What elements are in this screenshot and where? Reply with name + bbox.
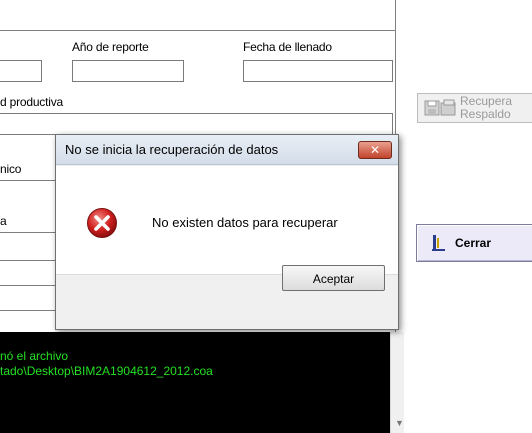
scroll-down-icon[interactable]: ▼ <box>395 418 404 428</box>
log-console: nó el archivo tado\Desktop\BIM2A1904612_… <box>0 332 390 433</box>
form-divider <box>0 30 396 31</box>
close-button[interactable]: Cerrar <box>416 224 532 262</box>
exit-door-icon <box>432 235 445 251</box>
a-label: a <box>0 214 7 228</box>
close-icon: ✕ <box>369 143 381 157</box>
close-label: Cerrar <box>455 236 492 250</box>
date-field[interactable] <box>243 60 393 82</box>
report-field[interactable] <box>0 60 42 82</box>
productive-unit-label: d productiva <box>0 95 63 109</box>
dialog-title: No se inicia la recuperación de datos <box>65 142 279 157</box>
recover-backup-button[interactable]: Recupera Respaldo <box>417 93 532 123</box>
year-label: Año de reporte <box>72 40 149 54</box>
log-line: tado\Desktop\BIM2A1904612_2012.coa <box>0 364 213 378</box>
recover-label-2: Respaldo <box>460 107 511 121</box>
productive-unit-field[interactable] <box>0 113 393 135</box>
date-label: Fecha de llenado <box>243 40 332 54</box>
error-dialog: No se inicia la recuperación de datos ✕ … <box>55 134 399 330</box>
field-line-4 <box>0 285 56 286</box>
dialog-close-button[interactable]: ✕ <box>358 141 392 159</box>
error-icon <box>87 208 117 238</box>
dialog-message: No existen datos para recuperar <box>152 215 338 230</box>
year-field[interactable] <box>72 60 184 82</box>
a-field-line <box>0 232 56 233</box>
log-line: nó el archivo <box>0 349 69 363</box>
accept-button[interactable]: Aceptar <box>282 265 385 291</box>
dialog-body: No existen datos para recuperar <box>56 166 398 274</box>
field-line-5 <box>0 310 56 311</box>
dialog-titlebar[interactable]: No se inicia la recuperación de datos ✕ <box>56 135 398 165</box>
floppy-disk-icon <box>424 99 456 116</box>
tech-field-line <box>0 180 56 181</box>
field-line-3 <box>0 260 56 261</box>
tech-label: nico <box>0 162 22 176</box>
